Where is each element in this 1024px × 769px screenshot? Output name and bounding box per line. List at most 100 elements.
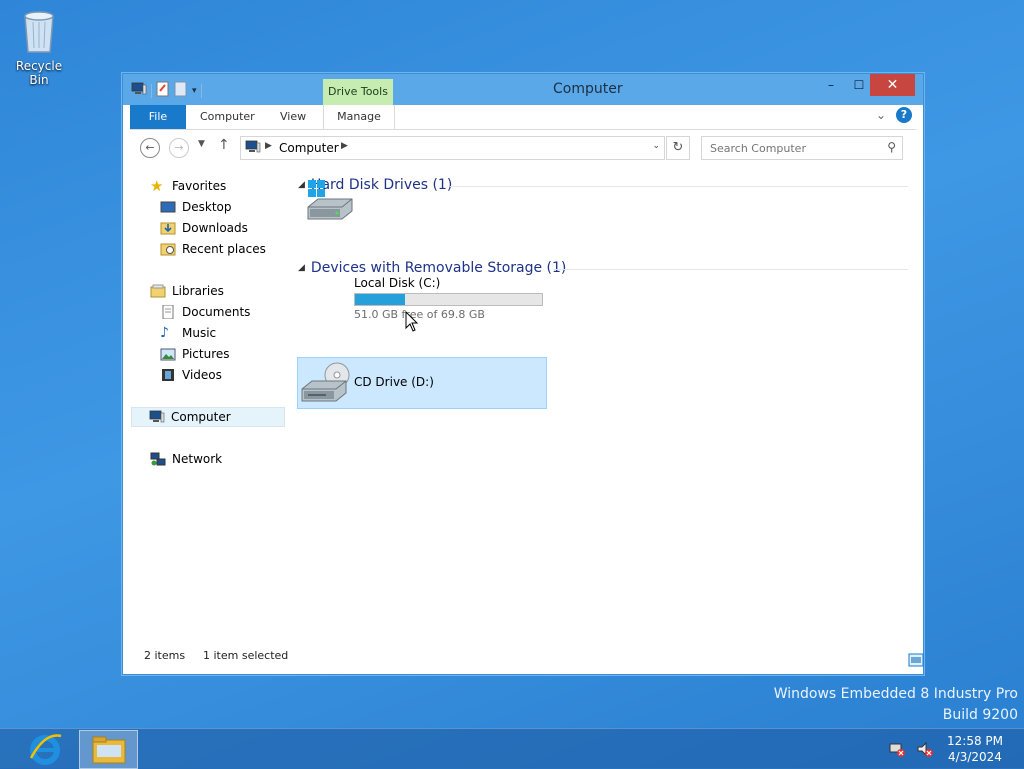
computer-icon [149,410,165,424]
watermark-edition: Windows Embedded 8 Industry Pro [773,686,1018,702]
hard-drive-icon [307,180,353,220]
drive-c-usage-bar [354,293,543,306]
nav-videos[interactable]: Videos [160,365,222,385]
breadcrumb-computer[interactable]: Computer [279,141,339,155]
star-icon: ★ [150,177,164,195]
breadcrumb-chevron-icon[interactable]: ▶ [265,141,272,151]
address-bar[interactable]: ▶ Computer ▶ ⌄ [240,136,665,160]
drive-tools-tab-group: Drive Tools [323,79,393,105]
nav-computer[interactable]: Computer [131,407,285,427]
nav-libraries-label: Libraries [172,284,224,298]
search-box[interactable]: ⚲ [701,136,903,160]
search-input[interactable] [708,137,877,159]
drive-d-name: CD Drive (D:) [354,375,434,389]
navigation-pane: ★ Favorites Desktop Downloads Recent pla… [130,174,287,644]
tab-view[interactable]: View [280,105,306,129]
drive-cd-d[interactable]: CD Drive (D:) [297,357,547,409]
address-dropdown-icon[interactable]: ⌄ [652,141,660,151]
close-button[interactable]: ✕ [870,74,915,96]
minimize-button[interactable]: – [816,74,846,96]
tab-computer[interactable]: Computer [200,105,255,129]
system-clock[interactable]: 12:58 PM 4/3/2024 [935,733,1015,765]
search-icon[interactable]: ⚲ [887,140,896,154]
group-header-removable: Devices with Removable Storage (1) [310,260,567,276]
watermark-build: Build 9200 [942,707,1018,723]
libraries-icon [150,284,166,298]
nav-recent-places-label: Recent places [182,242,266,256]
qat-divider [151,83,152,98]
network-status-icon[interactable] [888,741,906,760]
qat-dropdown-icon[interactable]: ▾ [192,86,197,96]
refresh-button[interactable]: ↻ [666,136,690,160]
drive-c-name[interactable]: Local Disk (C:) [354,276,440,290]
clock-time: 12:58 PM [947,734,1003,748]
nav-music[interactable]: ♪ Music [160,323,216,343]
content-pane: ◢ Hard Disk Drives (1) Local Disk (C:) 5… [297,174,908,644]
forward-button[interactable]: → [169,138,189,158]
collapse-group-icon[interactable]: ◢ [298,180,305,190]
tab-file[interactable]: File [130,105,186,129]
file-explorer-taskbar-button[interactable] [79,730,138,769]
clock-date: 4/3/2024 [948,750,1002,764]
status-bar: 2 items 1 item selected [130,644,924,668]
drive-c-usage-fill [355,294,406,305]
recycle-bin[interactable]: Recycle Bin [6,6,72,87]
cd-drive-icon [301,362,350,402]
help-icon[interactable]: ? [896,107,912,123]
network-icon [150,452,166,466]
status-item-count: 2 items [144,649,186,662]
new-folder-icon[interactable] [174,81,188,100]
expand-ribbon-icon[interactable]: ⌄ [876,108,886,122]
recent-places-icon [160,242,176,256]
nav-recent-places[interactable]: Recent places [160,239,266,259]
volume-muted-icon[interactable] [916,741,934,760]
back-button[interactable]: ← [140,138,160,158]
recycle-bin-label: Recycle Bin [15,59,63,87]
breadcrumb-chevron-icon-2[interactable]: ▶ [341,141,348,151]
internet-explorer-button[interactable] [27,732,63,769]
nav-libraries[interactable]: Libraries [150,281,224,301]
nav-music-label: Music [182,326,217,340]
window-title: Computer [553,81,623,97]
videos-icon [160,368,176,382]
documents-icon [160,304,176,320]
drive-c-free-space: 51.0 GB free of 69.8 GB [354,308,485,321]
recent-locations-icon[interactable]: ▼ [198,139,205,149]
mouse-cursor-icon [405,311,419,332]
computer-small-icon[interactable] [131,82,147,99]
group-removable-storage[interactable]: ◢ Devices with Removable Storage (1) [298,258,566,278]
nav-network[interactable]: Network [150,449,222,469]
tab-manage[interactable]: Manage [323,105,395,129]
up-button[interactable]: ↑ [218,137,230,153]
windows-watermark: Windows Embedded 8 Industry Pro Build 92… [774,684,1018,726]
pictures-icon [160,347,176,361]
nav-favorites[interactable]: ★ Favorites [150,176,226,196]
properties-icon[interactable] [156,81,170,100]
desktop-icon [160,200,176,214]
collapse-group-icon-2[interactable]: ◢ [298,263,305,273]
large-icons-view-icon[interactable] [908,653,924,670]
folder-icon [92,736,126,764]
computer-address-icon [245,140,261,157]
title-bar[interactable]: ▾ Drive Tools Computer – ☐ ✕ [123,74,923,105]
nav-favorites-label: Favorites [172,179,227,193]
nav-network-label: Network [172,452,223,466]
quick-access-toolbar: ▾ [131,81,202,100]
group-divider [450,186,908,187]
nav-computer-label: Computer [171,410,231,424]
nav-downloads-label: Downloads [182,221,248,235]
system-tray [888,741,934,760]
nav-documents-label: Documents [182,305,251,319]
group-divider-2 [553,269,908,270]
status-selected: 1 item selected [203,649,289,662]
nav-documents[interactable]: Documents [160,302,250,322]
ribbon-tabs: File Computer View Manage ⌄ ? [130,105,916,130]
qat-divider-2 [200,83,202,98]
downloads-icon [160,221,176,235]
nav-pictures[interactable]: Pictures [160,344,230,364]
nav-desktop[interactable]: Desktop [160,197,232,217]
taskbar: 12:58 PM 4/3/2024 [0,728,1024,769]
nav-downloads[interactable]: Downloads [160,218,248,238]
ribbon-right-controls: ⌄ ? [876,107,912,123]
navigation-bar: ← → ▼ ↑ ▶ Computer ▶ ⌄ ↻ ⚲ [130,132,916,162]
